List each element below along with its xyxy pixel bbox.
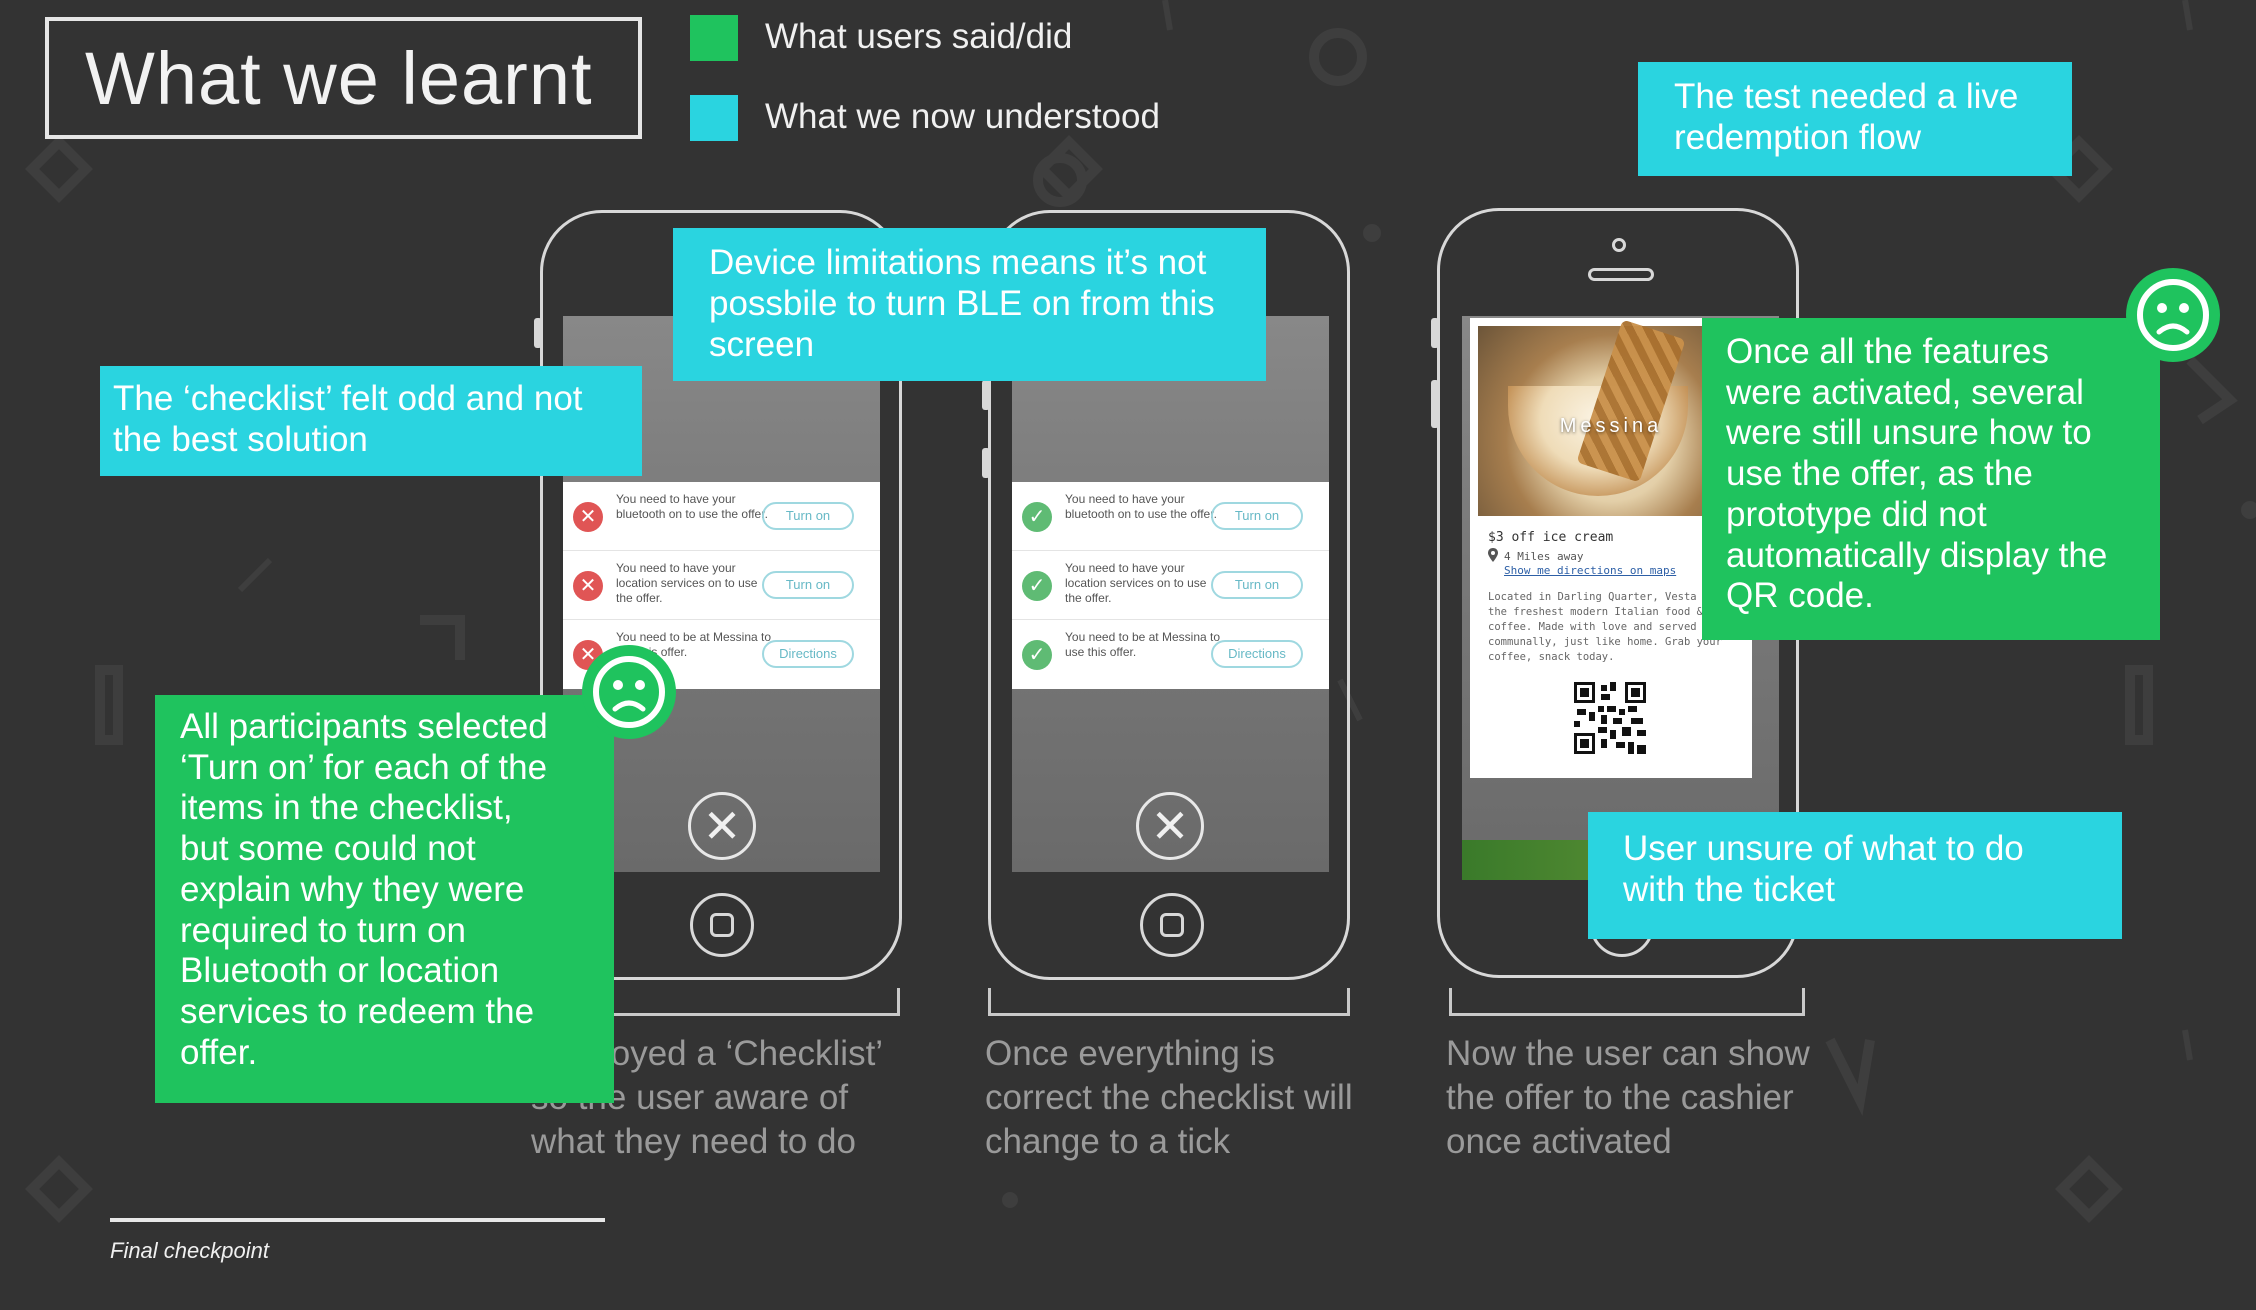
sad-face-icon xyxy=(2126,268,2220,362)
note-ticket-unsure: User unsure of what to do with the ticke… xyxy=(1588,812,2122,939)
ticket-distance: 4 Miles away xyxy=(1504,550,1584,563)
page-title-box: What we learnt xyxy=(45,17,642,139)
note-text: The ‘checklist’ felt odd and not the bes… xyxy=(113,379,583,459)
turn-on-bluetooth-button[interactable]: Turn on xyxy=(1211,502,1303,530)
check-icon: ✓ xyxy=(1022,502,1052,532)
checklist-text: You need to have your bluetooth on to us… xyxy=(1065,492,1217,521)
checklist-row-location: ✓ You need to have your location service… xyxy=(1012,551,1329,620)
note-text: Once all the features were activated, se… xyxy=(1726,332,2108,616)
close-icon[interactable]: ✕ xyxy=(688,792,756,860)
phone-2-bracket xyxy=(988,988,1350,1016)
phone-3-speaker xyxy=(1588,268,1654,281)
phone-3-camera xyxy=(1612,238,1626,252)
checklist-text: You need to have your location services … xyxy=(616,561,758,605)
footer-divider xyxy=(110,1218,605,1222)
phone-3-caption: Now the user can show the offer to the c… xyxy=(1446,1034,1810,1161)
error-x-icon: ✕ xyxy=(573,571,603,601)
home-button-icon[interactable] xyxy=(1140,893,1204,957)
checklist-text: You need to be at Messina to use this of… xyxy=(1065,630,1221,659)
note-device-limitations: Device limitations means it’s not possbi… xyxy=(673,228,1266,381)
directions-button[interactable]: Directions xyxy=(762,640,854,668)
note-features-activated: Once all the features were activated, se… xyxy=(1702,318,2160,640)
legend-swatch-green xyxy=(690,15,738,61)
note-text: Device limitations means it’s not possbi… xyxy=(709,243,1215,364)
close-icon[interactable]: ✕ xyxy=(1136,792,1204,860)
legend-label-understood: What we now understood xyxy=(765,97,1160,136)
phone-2-caption: Once everything is correct the checklist… xyxy=(985,1034,1353,1161)
ticket-description: Located in Darling Quarter, Vesta has th… xyxy=(1488,591,1722,663)
note-live-redemption: The test needed a live redemption flow xyxy=(1638,62,2072,176)
legend-label-users: What users said/did xyxy=(765,17,1073,56)
phone-2-volume-button xyxy=(982,448,990,478)
ticket-offer-text: $3 off ice cream xyxy=(1488,530,1614,545)
phone-2-checklist: ✓ You need to have your bluetooth on to … xyxy=(1012,482,1329,689)
phone-3-bracket xyxy=(1449,988,1805,1016)
directions-link[interactable]: Show me directions on maps xyxy=(1504,564,1676,577)
location-pin-icon xyxy=(1488,548,1498,562)
sad-face-icon xyxy=(582,645,676,739)
checklist-row-venue: ✓ You need to be at Messina to use this … xyxy=(1012,620,1329,689)
turn-on-location-button[interactable]: Turn on xyxy=(762,571,854,599)
directions-button[interactable]: Directions xyxy=(1211,640,1303,668)
check-icon: ✓ xyxy=(1022,571,1052,601)
page-title: What we learnt xyxy=(85,36,593,120)
qr-code-icon xyxy=(1574,682,1646,754)
turn-on-bluetooth-button[interactable]: Turn on xyxy=(762,502,854,530)
phone-3-volume-button xyxy=(1431,380,1439,428)
phone-1-side-button xyxy=(534,318,542,348)
checklist-text: You need to have your bluetooth on to us… xyxy=(616,492,768,521)
checklist-row-bluetooth: ✓ You need to have your bluetooth on to … xyxy=(1012,482,1329,551)
checklist-row-bluetooth: ✕ You need to have your bluetooth on to … xyxy=(563,482,880,551)
checklist-text: You need to have your location services … xyxy=(1065,561,1207,605)
home-button-icon[interactable] xyxy=(690,893,754,957)
note-text: The test needed a live redemption flow xyxy=(1674,77,2019,157)
note-text: All participants selected ‘Turn on’ for … xyxy=(180,707,548,1072)
phone-3-side-button xyxy=(1431,318,1439,348)
check-icon: ✓ xyxy=(1022,640,1052,670)
note-participants: All participants selected ‘Turn on’ for … xyxy=(155,695,614,1103)
turn-on-location-button[interactable]: Turn on xyxy=(1211,571,1303,599)
checklist-row-location: ✕ You need to have your location service… xyxy=(563,551,880,620)
note-checklist-odd: The ‘checklist’ felt odd and not the bes… xyxy=(100,366,642,476)
phone-2-side-button xyxy=(982,380,990,410)
note-text: User unsure of what to do with the ticke… xyxy=(1623,829,2024,909)
footer-label: Final checkpoint xyxy=(110,1238,269,1263)
error-x-icon: ✕ xyxy=(573,502,603,532)
legend-swatch-cyan xyxy=(690,95,738,141)
